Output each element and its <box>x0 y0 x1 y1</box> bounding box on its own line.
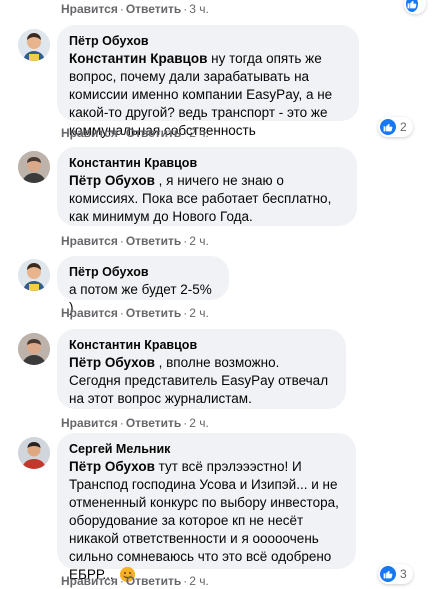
comment-author[interactable]: Константин Кравцов <box>69 337 334 353</box>
timestamp[interactable]: 2 ч. <box>189 126 209 140</box>
comment-text: Пётр Обухов , я ничего не знаю о комисси… <box>69 172 345 226</box>
reply-link[interactable]: Ответить <box>126 306 181 320</box>
comment-author[interactable]: Константин Кравцов <box>69 155 345 171</box>
comment-bubble: Константин Кравцов Пётр Обухов , вполне … <box>57 329 346 409</box>
separator: · <box>119 126 124 140</box>
reply-link[interactable]: Ответить <box>126 574 181 588</box>
avatar[interactable] <box>18 259 50 291</box>
timestamp[interactable]: 2 ч. <box>189 574 209 588</box>
comment-text: Пётр Обухов , вполне возможно. Сегодня п… <box>69 354 334 408</box>
timestamp[interactable]: 2 ч. <box>189 234 209 248</box>
like-icon <box>406 0 418 12</box>
separator: · <box>183 126 188 140</box>
comment-text: Пётр Обухов тут всё прэлэээстно! И Транс… <box>69 458 344 584</box>
comment-actions: Нравится · Ответить · 2 ч. <box>61 126 209 140</box>
reply-link[interactable]: Ответить <box>126 2 181 16</box>
like-link[interactable]: Нравится <box>61 126 118 140</box>
comment-author[interactable]: Пётр Обухов <box>69 264 217 280</box>
avatar[interactable] <box>18 437 50 469</box>
mention-link[interactable]: Константин Кравцов <box>69 51 207 66</box>
reaction-count: 2 <box>400 120 407 134</box>
timestamp[interactable]: 2 ч. <box>189 416 209 430</box>
comment-bubble: Пётр Обухов а потом же будет 2-5% ) <box>57 256 229 315</box>
like-link[interactable]: Нравится <box>61 234 118 248</box>
reaction-summary[interactable]: 3 <box>378 564 413 584</box>
comment-actions: Нравится · Ответить · 2 ч. <box>61 416 209 430</box>
avatar[interactable] <box>18 333 50 365</box>
comment-actions: Нравится · Ответить · 2 ч. <box>61 574 209 588</box>
comment-bubble: Сергей Мельник Пётр Обухов тут всё прэлэ… <box>57 433 356 582</box>
separator: · <box>119 416 124 430</box>
like-link[interactable]: Нравится <box>61 2 118 16</box>
reaction-summary[interactable]: 2 <box>378 117 413 137</box>
avatar[interactable] <box>18 151 50 183</box>
reaction-summary[interactable] <box>404 0 426 14</box>
reaction-count: 3 <box>400 567 407 581</box>
timestamp[interactable]: 3 ч. <box>189 2 209 16</box>
reply-link[interactable]: Ответить <box>126 234 181 248</box>
comment-bubble: Константин Кравцов Пётр Обухов , я ничег… <box>57 147 357 226</box>
timestamp[interactable]: 2 ч. <box>189 306 209 320</box>
comment-author[interactable]: Сергей Мельник <box>69 441 344 457</box>
separator: · <box>183 416 188 430</box>
mention-link[interactable]: Пётр Обухов <box>69 459 155 474</box>
separator: · <box>119 574 124 588</box>
comment-actions: Нравится · Ответить · 3 ч. <box>61 2 209 16</box>
separator: · <box>183 2 188 16</box>
separator: · <box>119 234 124 248</box>
like-icon <box>380 566 396 582</box>
comment-actions: Нравится · Ответить · 2 ч. <box>61 234 209 248</box>
comment-actions: Нравится · Ответить · 2 ч. <box>61 306 209 320</box>
like-link[interactable]: Нравится <box>61 416 118 430</box>
comment-bubble: Пётр Обухов Константин Кравцов ну тогда … <box>57 25 359 138</box>
reply-link[interactable]: Ответить <box>126 126 181 140</box>
like-link[interactable]: Нравится <box>61 574 118 588</box>
comment-body: тут всё прэлэээстно! И Транспод господин… <box>69 459 339 582</box>
separator: · <box>119 2 124 16</box>
avatar[interactable] <box>18 29 50 61</box>
mention-link[interactable]: Пётр Обухов <box>69 355 155 370</box>
reply-link[interactable]: Ответить <box>126 416 181 430</box>
like-link[interactable]: Нравится <box>61 306 118 320</box>
separator: · <box>183 306 188 320</box>
like-icon <box>380 119 396 135</box>
mention-link[interactable]: Пётр Обухов <box>69 173 155 188</box>
comment-author[interactable]: Пётр Обухов <box>69 33 347 49</box>
separator: · <box>183 234 188 248</box>
separator: · <box>183 574 188 588</box>
separator: · <box>119 306 124 320</box>
